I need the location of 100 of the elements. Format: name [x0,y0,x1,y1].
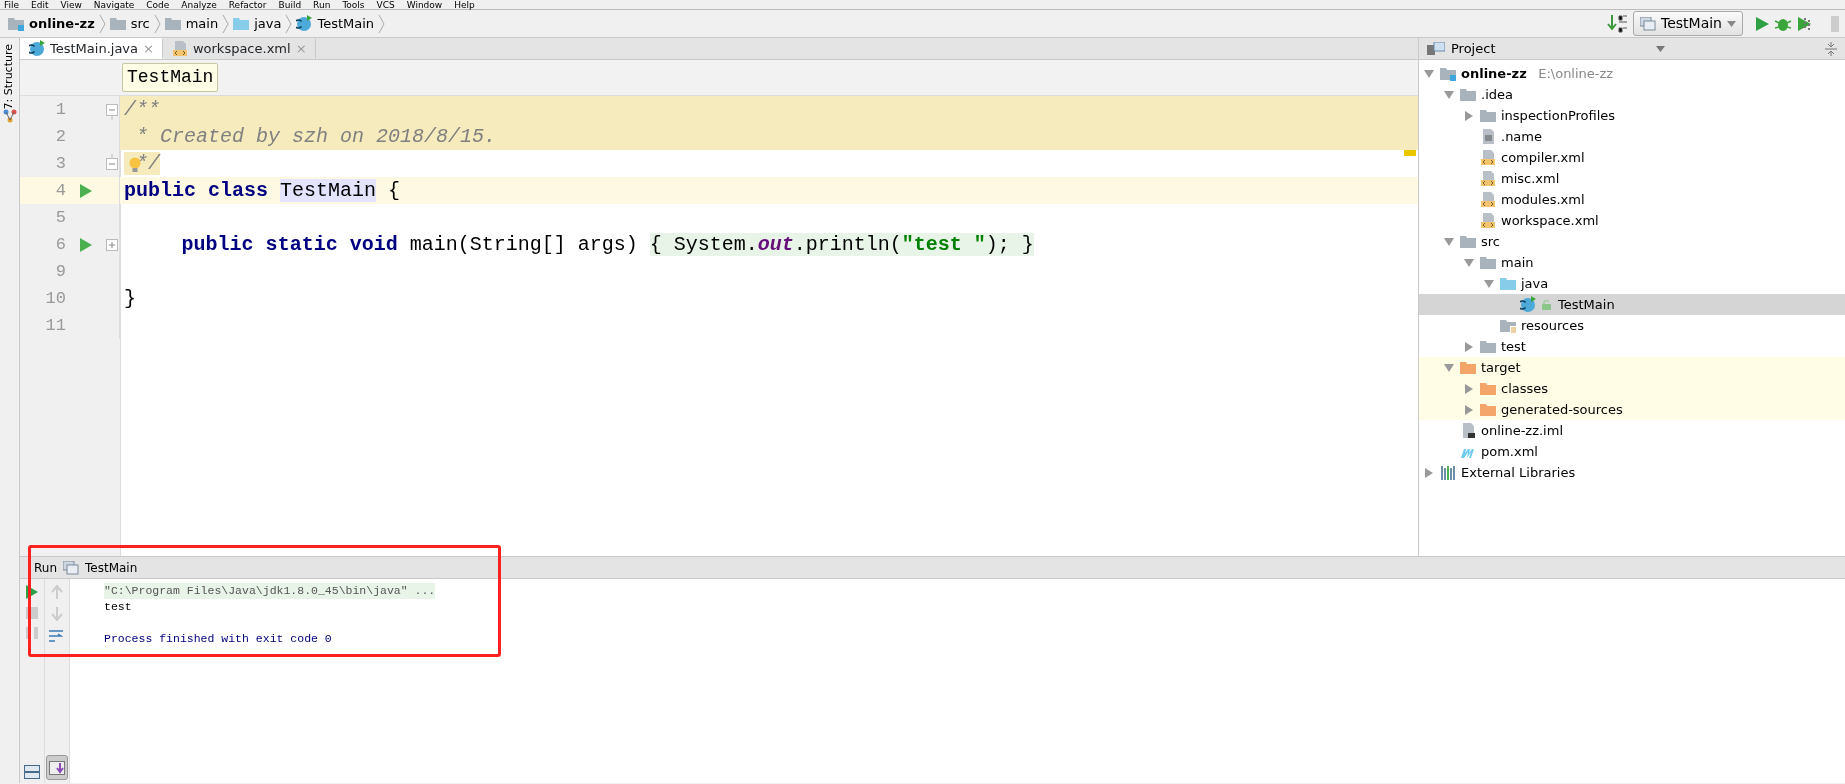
caret-icon[interactable] [1655,45,1665,52]
tree-item[interactable]: generated-sources [1419,399,1845,421]
xml-file-icon [1480,212,1496,230]
expanded-arrow-icon[interactable] [1464,257,1474,268]
line-number: 1 [54,99,66,121]
tree-item[interactable]: test [1419,336,1845,358]
panel-title: Run [34,559,57,577]
soft-wrap-icon[interactable] [49,629,65,643]
editor-tab[interactable]: TestMain.java × [20,38,163,59]
run-icon[interactable] [26,585,38,599]
folder-icon [1480,380,1496,398]
code-line: * Created by szh on 2018/8/15. [135,125,497,148]
tree-item[interactable]: External Libraries [1419,462,1845,484]
chevron-icon [285,13,293,34]
console-line: Process finished with exit code 0 [104,632,332,645]
tree-item[interactable]: .idea [1419,84,1845,106]
expanded-arrow-icon[interactable] [1444,236,1454,247]
collapsed-arrow-icon[interactable] [1464,341,1474,352]
menu-item[interactable]: Analyze [181,0,217,9]
folder-icon [1500,317,1516,335]
class-icon [1520,296,1536,314]
tree-item[interactable]: java [1419,273,1845,295]
menu-item[interactable]: View [60,0,82,9]
folder-icon [1460,86,1476,104]
breadcrumb-item[interactable]: online-zz [8,13,95,34]
window-icon [63,560,79,575]
menu-item[interactable]: Navigate [93,0,135,9]
menu-item[interactable]: Run [313,0,331,9]
xml-file-icon [171,40,188,57]
xml-file-icon [1480,191,1496,209]
menu-item[interactable]: Tools [342,0,365,9]
expanded-arrow-icon[interactable] [1444,362,1454,373]
tree-item[interactable]: online-zz E:\online-zz [1419,63,1845,85]
menu-item[interactable]: Refactor [228,0,267,9]
tree-item[interactable]: resources [1419,315,1845,337]
module-icon [8,15,24,32]
line-number: 10 [44,288,66,310]
line-number: 9 [54,261,66,283]
menu-item[interactable]: File [4,0,20,9]
collapse-all-icon[interactable] [1825,41,1837,56]
tree-item[interactable]: compiler.xml [1419,147,1845,169]
libraries-icon [1440,464,1456,482]
structure-tab[interactable]: 7: Structure [1,44,18,110]
tree-item[interactable]: online-zz.iml [1419,420,1845,442]
breadcrumb-item[interactable]: src [109,13,150,34]
run-gutter-icon[interactable] [80,183,92,198]
structure-icon [2,109,17,124]
menu-item[interactable]: VCS [376,0,395,9]
tree-item[interactable]: misc.xml [1419,168,1845,190]
tree-item[interactable]: target [1419,357,1845,379]
menu-item[interactable]: Code [146,0,170,9]
tree-item[interactable]: .name [1419,126,1845,148]
caret-icon [1727,20,1736,27]
folder-icon [1460,233,1476,251]
tree-item[interactable]: inspectionProfiles [1419,105,1845,127]
breadcrumb-item[interactable]: TestMain [296,13,375,34]
sort-icon[interactable] [1607,13,1629,34]
collapsed-arrow-icon[interactable] [1464,110,1474,121]
tree-item[interactable]: classes [1419,378,1845,400]
breadcrumb-item[interactable]: java [233,13,282,34]
menu-item[interactable]: Edit [31,0,49,9]
tree-item[interactable]: main [1419,252,1845,274]
folder-icon [164,15,181,32]
tree-item[interactable]: src [1419,231,1845,253]
folder-icon [1480,107,1496,125]
tree-item[interactable]: pom.xml [1419,441,1845,463]
run-gutter-icon[interactable] [80,237,92,252]
run-tab[interactable]: TestMain [85,558,138,577]
toolbar-grip [1830,15,1839,32]
tree-item[interactable]: modules.xml [1419,189,1845,211]
class-icon [29,40,45,57]
expanded-arrow-icon[interactable] [1424,68,1434,79]
xml-file-icon [1480,149,1496,167]
run-config-dropdown[interactable]: TestMain [1633,11,1743,36]
run-icon[interactable] [1753,15,1770,32]
pause-icon[interactable] [26,627,38,639]
menu-item[interactable]: Window [406,0,443,9]
collapsed-arrow-icon[interactable] [1464,383,1474,394]
expanded-arrow-icon[interactable] [1484,278,1494,289]
folder-icon [1480,254,1496,272]
file-icon [1480,128,1496,146]
project-icon [1427,41,1445,56]
code-line: public class TestMain { [124,179,401,202]
line-number: 2 [54,126,66,148]
menu-item[interactable]: Help [454,0,475,9]
collapsed-arrow-icon[interactable] [1464,404,1474,415]
breadcrumb-item[interactable]: main [164,13,219,34]
tree-item[interactable]: workspace.xml [1419,210,1845,232]
lock-icon [1541,298,1553,311]
folder-icon [109,15,126,32]
menu-item[interactable]: Build [278,0,302,9]
tree-item[interactable]: TestMain [1419,294,1845,316]
layout-icon[interactable] [24,765,40,779]
expanded-arrow-icon[interactable] [1444,89,1454,100]
console-line: test [104,600,132,613]
collapsed-arrow-icon[interactable] [1424,467,1434,478]
line-number: 5 [54,207,66,229]
pin-button[interactable] [46,754,68,780]
code-line: /** [124,98,160,121]
xml-file-icon [1480,170,1496,188]
